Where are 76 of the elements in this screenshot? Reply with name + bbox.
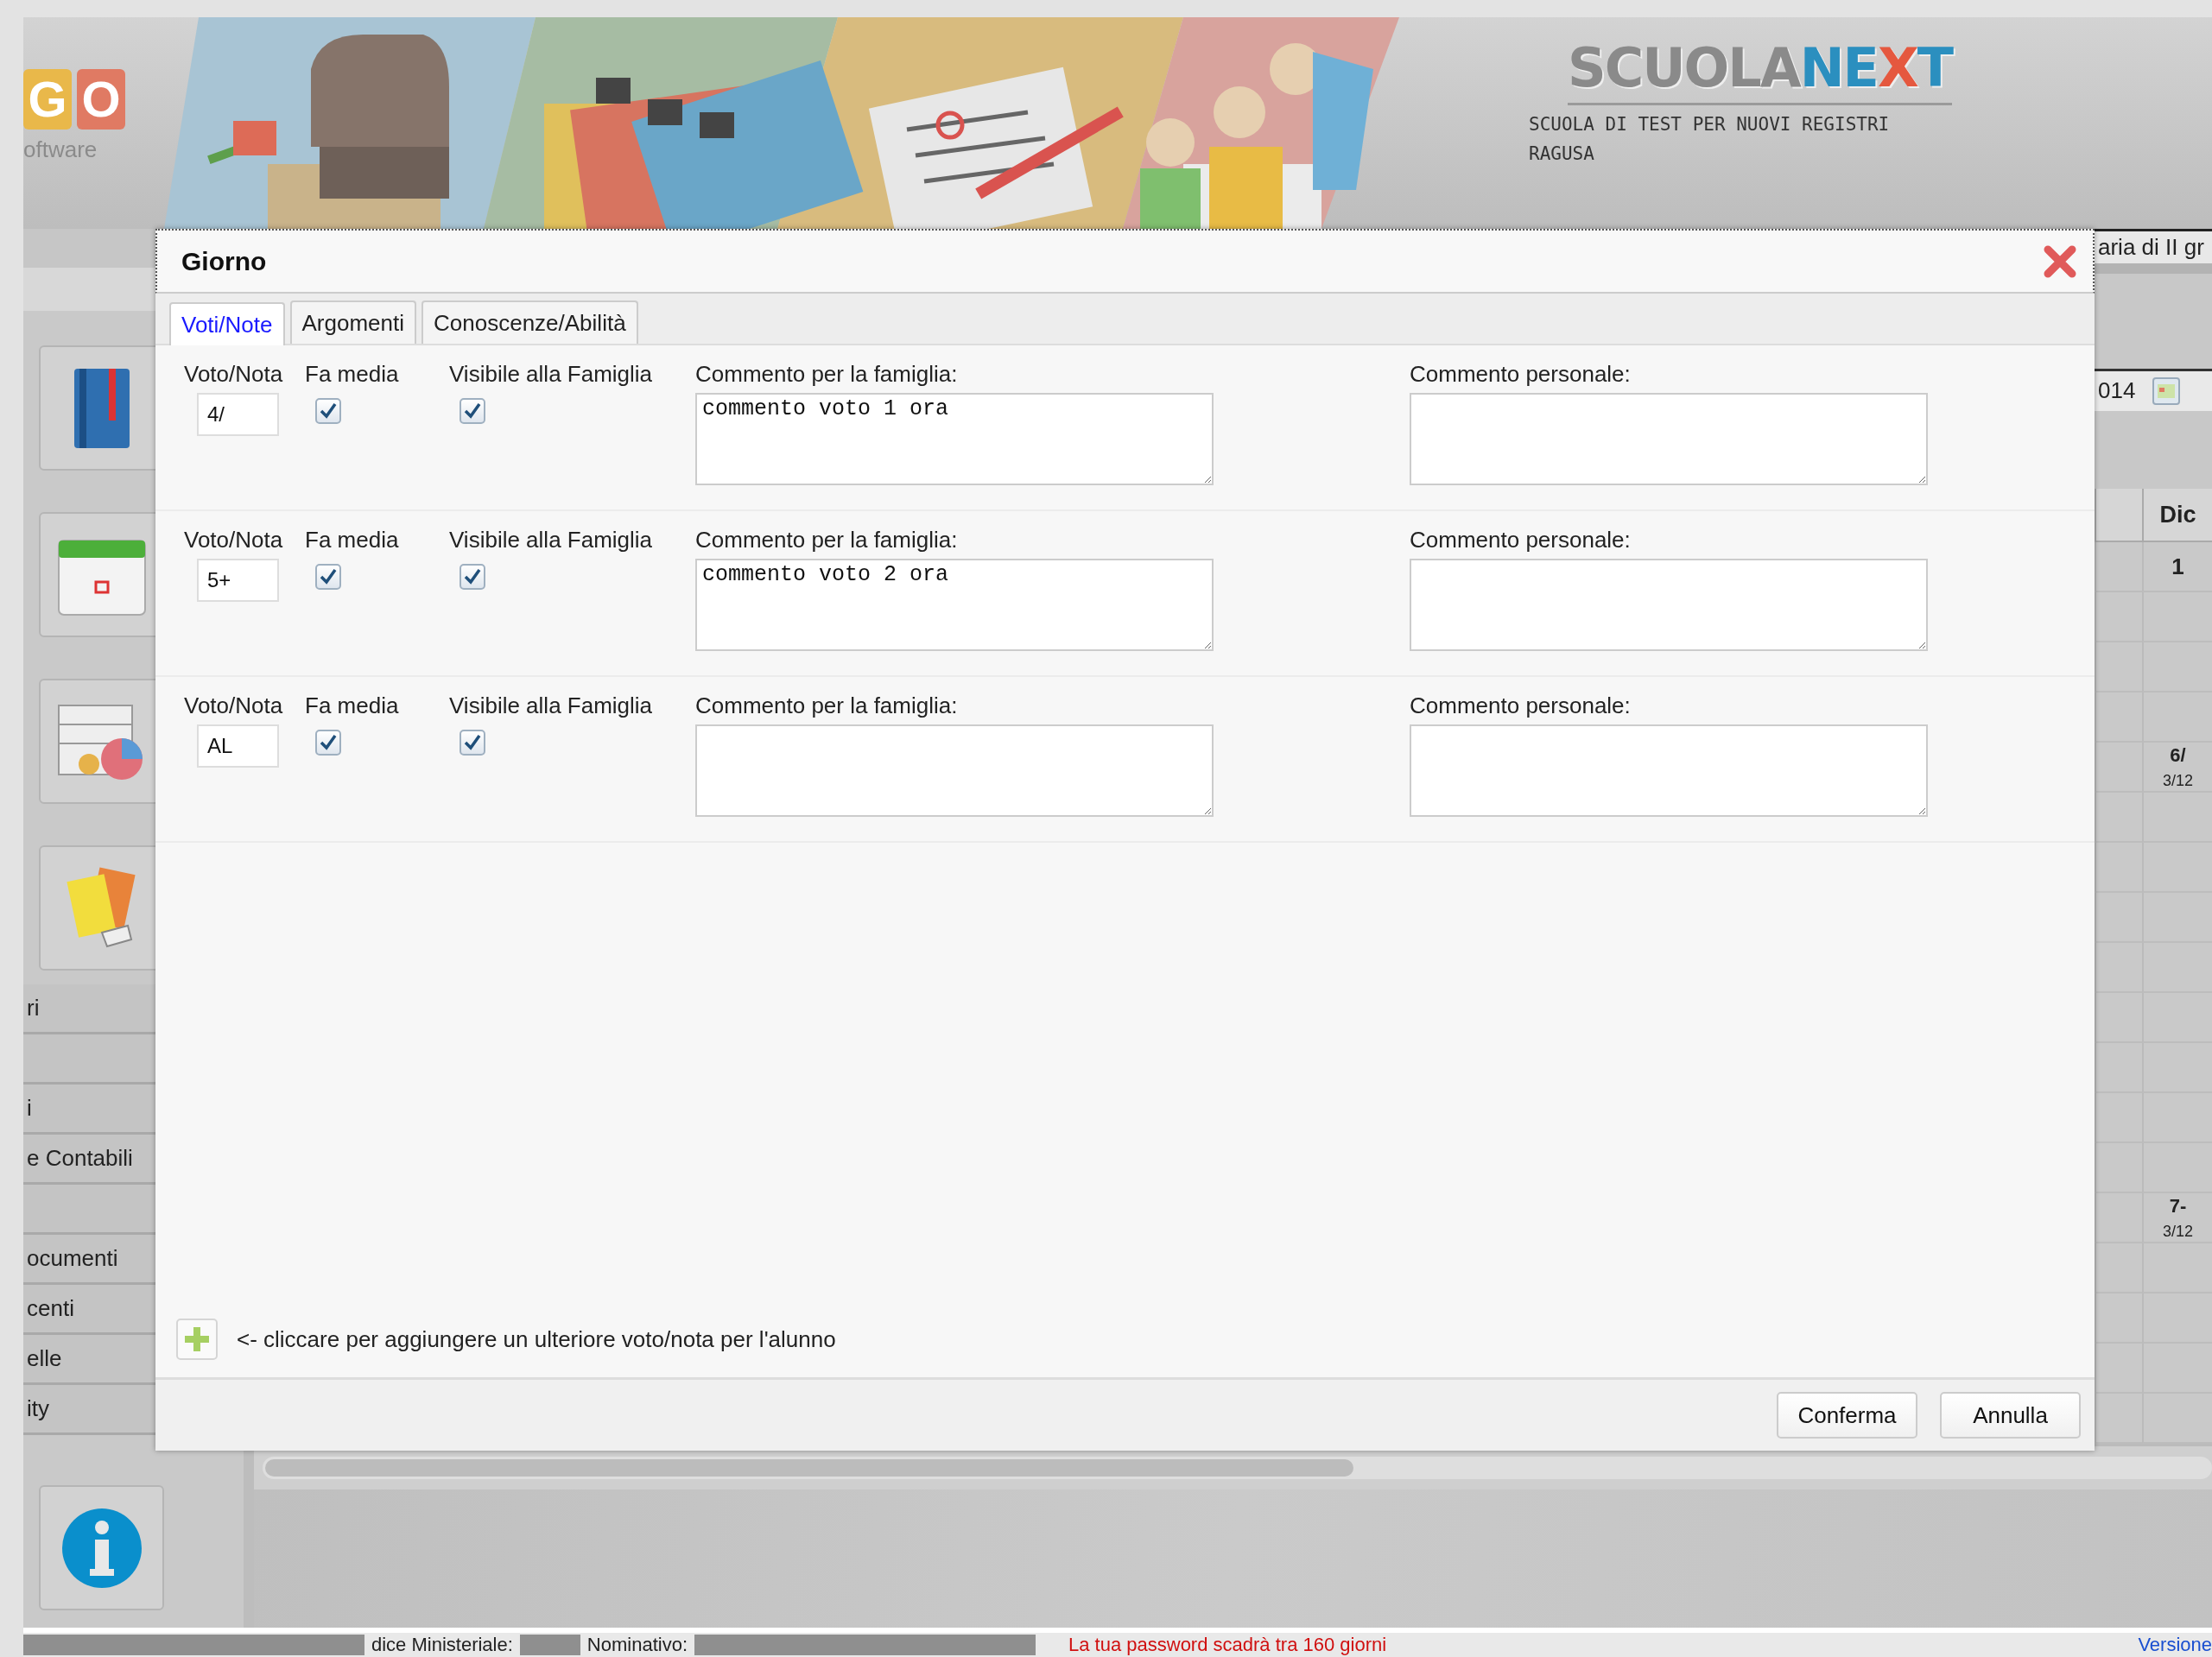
status-text: dice Ministeriale: xyxy=(371,1634,513,1656)
field-label: Commento per la famiglia: xyxy=(695,527,958,553)
grade-value: 6/ xyxy=(2170,743,2186,767)
comment-field[interactable] xyxy=(1410,393,1928,485)
logo-letter: O xyxy=(77,69,125,130)
school-name: SCUOLA DI TEST PER NUOVI REGISTRI xyxy=(1529,114,1891,135)
info-tile[interactable] xyxy=(39,1485,164,1610)
field-label: Fa media xyxy=(305,527,399,553)
logo-letter: G xyxy=(23,69,72,130)
field-label: Voto/Nota xyxy=(184,361,283,388)
field-label: Commento personale: xyxy=(1410,693,1631,719)
field-label: Commento per la famiglia: xyxy=(695,361,958,388)
checkbox[interactable] xyxy=(460,564,485,590)
grade-input[interactable]: AL xyxy=(197,724,279,768)
table-cell xyxy=(2095,893,2142,943)
version-link[interactable]: Versione xyxy=(2138,1634,2212,1656)
table-cell xyxy=(2095,693,2142,743)
field-label: Commento personale: xyxy=(1410,361,1631,388)
day-number: 1 xyxy=(2171,553,2184,580)
table-cell xyxy=(2095,1293,2142,1344)
table-cell xyxy=(2095,793,2142,843)
brand-logo: SCUOLANEXT xyxy=(1568,36,1953,105)
status-text: Nominativo: xyxy=(586,1634,688,1656)
table-cell xyxy=(2095,592,2142,642)
field-label: Fa media xyxy=(305,361,399,388)
field-label: Visibile alla Famiglia xyxy=(449,361,653,388)
table-cell xyxy=(2095,642,2142,693)
date-field[interactable]: 014 xyxy=(2095,368,2212,411)
grade-input[interactable]: 4/ xyxy=(197,393,279,436)
comment-field[interactable] xyxy=(695,724,1214,817)
table-cell xyxy=(2095,1344,2142,1394)
comment-field[interactable] xyxy=(1410,559,1928,651)
school-city: RAGUSA xyxy=(1529,143,1595,164)
field-label: Commento personale: xyxy=(1410,527,1631,553)
table-cell xyxy=(2095,1093,2142,1143)
checkbox[interactable] xyxy=(460,398,485,424)
password-warning: La tua password scadrà tra 160 giorni xyxy=(1068,1634,1387,1656)
table-cell xyxy=(2095,943,2142,993)
tab[interactable]: Argomenti xyxy=(289,300,416,344)
add-button[interactable] xyxy=(176,1319,218,1360)
table-cell xyxy=(2095,1043,2142,1093)
field-label: Visibile alla Famiglia xyxy=(449,693,653,719)
checkbox[interactable] xyxy=(315,730,341,756)
horizontal-scrollbar[interactable] xyxy=(263,1457,2212,1479)
column-header xyxy=(2095,489,2142,542)
column-header: Dic xyxy=(2142,489,2212,542)
dialog-title: Giorno xyxy=(181,246,267,276)
calendar-icon[interactable] xyxy=(2152,376,2181,405)
tab[interactable]: Conoscenze/Abilità xyxy=(421,300,638,344)
comment-field[interactable]: commento voto 1 ora xyxy=(695,393,1214,485)
dialog-button[interactable]: Conferma xyxy=(1777,1392,1917,1439)
table-cell xyxy=(2095,993,2142,1043)
redacted-block xyxy=(519,1635,580,1655)
checkbox[interactable] xyxy=(460,730,485,756)
checkbox[interactable] xyxy=(315,564,341,590)
plus-icon xyxy=(183,1325,211,1353)
table-cell xyxy=(2095,1243,2142,1293)
dialog-button[interactable]: Annulla xyxy=(1940,1392,2081,1439)
field-label: Voto/Nota xyxy=(184,527,283,553)
logo-caption: oftware xyxy=(23,136,98,163)
comment-field[interactable]: commento voto 2 ora xyxy=(695,559,1214,651)
field-label: Visibile alla Famiglia xyxy=(449,527,653,553)
tab[interactable]: Voti/Note xyxy=(169,302,285,345)
comment-field[interactable] xyxy=(1410,724,1928,817)
field-label: Commento per la famiglia: xyxy=(695,693,958,719)
grade-input[interactable]: 5+ xyxy=(197,559,279,602)
field-label: Voto/Nota xyxy=(184,693,283,719)
grade-value: 7- xyxy=(2169,1194,2187,1217)
table-cell xyxy=(2095,1143,2142,1193)
close-icon xyxy=(2043,243,2077,279)
checkbox[interactable] xyxy=(315,398,341,424)
grade-date: 3/12 xyxy=(2162,1222,2193,1241)
select-field[interactable]: aria di II gr xyxy=(2095,229,2212,274)
grade-date: 3/12 xyxy=(2162,771,2193,790)
field-label: Fa media xyxy=(305,693,399,719)
table-cell xyxy=(2095,843,2142,893)
